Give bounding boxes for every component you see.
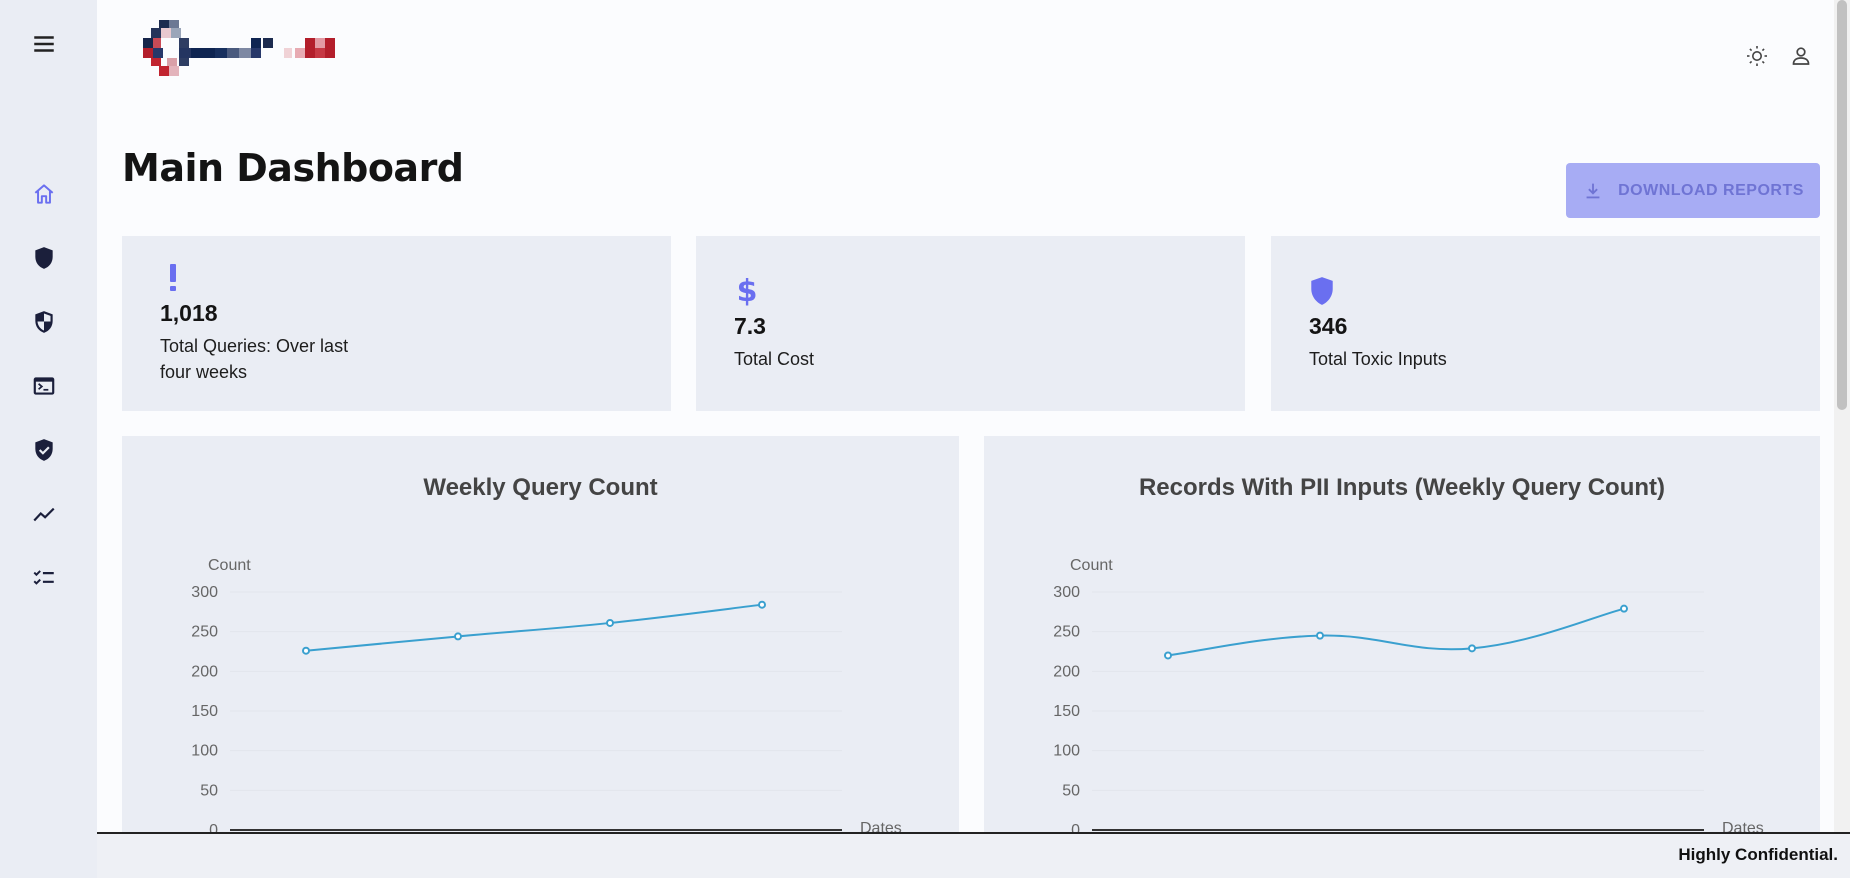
data-point [1468, 644, 1476, 653]
download-icon [1586, 183, 1600, 198]
chart-title: Weekly Query Count [423, 474, 657, 501]
trending-icon [33, 507, 55, 522]
home-icon [34, 184, 54, 204]
stat-label: Total Cost [734, 349, 815, 369]
pii-inputs-chart: Records With PII Inputs (Weekly Query Co… [1053, 474, 1764, 832]
stat-label: Total Toxic Inputs [1309, 349, 1447, 369]
sidebar [0, 0, 97, 878]
sidebar-item-shield-half[interactable] [0, 300, 88, 344]
y-tick-label: 150 [191, 703, 218, 720]
data-point [1316, 631, 1324, 640]
sidebar-item-checklist[interactable] [0, 556, 88, 600]
x-axis-label: Dates [1722, 820, 1764, 832]
footer: Highly Confidential. [97, 832, 1850, 878]
data-point [1620, 604, 1628, 613]
menu-button[interactable] [0, 22, 88, 66]
data-point [758, 600, 766, 609]
scrollbar-thumb[interactable] [1837, 0, 1847, 410]
stat-card-total-cost: $ 7.3 Total Cost [696, 236, 1245, 411]
y-tick-label: 250 [191, 624, 218, 641]
y-tick-label: 300 [191, 584, 218, 601]
x-axis-label: Dates [860, 820, 902, 832]
y-tick-label: 250 [1053, 624, 1080, 641]
chart-title: Records With PII Inputs (Weekly Query Co… [1139, 474, 1665, 501]
theme-toggle[interactable] [1743, 42, 1771, 70]
shield-icon [35, 247, 53, 269]
dollar-icon: $ [736, 273, 758, 309]
data-point [1164, 651, 1172, 660]
stat-value: 7.3 [734, 313, 766, 339]
y-tick-label: 100 [191, 743, 218, 760]
series-line [305, 603, 763, 652]
y-axis-label: Count [1070, 557, 1113, 574]
y-tick-label: 0 [209, 822, 218, 832]
sun-icon [1747, 46, 1767, 66]
stat-card-total-queries: 1,018 Total Queries: Over last four week… [122, 236, 671, 411]
sidebar-item-trending[interactable] [0, 492, 88, 536]
y-tick-label: 50 [200, 782, 218, 799]
weekly-query-chart: Weekly Query Count Count 0 50 100 150 200 250 30… [191, 474, 902, 832]
shield-icon [1308, 274, 1336, 308]
confidentiality-notice: Highly Confidential. [1678, 845, 1838, 864]
sidebar-item-shield-check[interactable] [0, 428, 88, 472]
shield-check-icon [35, 439, 53, 461]
y-tick-label: 200 [191, 663, 218, 680]
shield-half-icon [35, 311, 53, 333]
sidebar-item-terminal[interactable] [0, 364, 88, 408]
stat-card-toxic-inputs: 346 Total Toxic Inputs [1271, 236, 1820, 411]
page-scrollbar[interactable] [1834, 0, 1850, 832]
y-tick-label: 150 [1053, 703, 1080, 720]
page-title: Main Dashboard [122, 146, 464, 190]
chart-card-pii-inputs: Records With PII Inputs (Weekly Query Co… [984, 436, 1820, 832]
menu-icon [34, 36, 54, 52]
data-point [606, 618, 614, 627]
main-panel: Main Dashboard DOWNLOAD REPORTS 1,018 To… [97, 0, 1850, 832]
account-button[interactable] [1787, 42, 1815, 70]
y-axis-label: Count [208, 557, 251, 574]
sidebar-item-shield[interactable] [0, 236, 88, 280]
checklist-icon [33, 570, 54, 585]
y-tick-label: 100 [1053, 743, 1080, 760]
download-reports-label: DOWNLOAD REPORTS [1618, 181, 1804, 199]
sidebar-item-home[interactable] [0, 172, 88, 216]
y-tick-label: 0 [1071, 822, 1080, 832]
account-icon [1792, 47, 1810, 65]
company-logo [143, 20, 335, 76]
y-tick-label: 200 [1053, 663, 1080, 680]
exclamation-icon [159, 260, 187, 294]
stat-value: 346 [1309, 313, 1348, 339]
download-reports-button[interactable]: DOWNLOAD REPORTS [1566, 163, 1820, 218]
terminal-icon [33, 377, 55, 395]
chart-card-weekly-query: Weekly Query Count Count 0 50 100 150 200 250 30… [122, 436, 959, 832]
y-tick-label: 300 [1053, 584, 1080, 601]
data-point [302, 646, 310, 655]
stat-label: Total Queries: Over last four weeks [160, 336, 349, 382]
stat-value: 1,018 [160, 300, 218, 326]
data-point [454, 632, 462, 641]
y-tick-label: 50 [1062, 782, 1080, 799]
